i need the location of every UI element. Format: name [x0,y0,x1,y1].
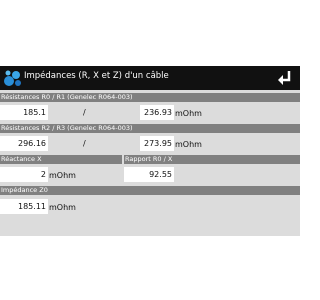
reactance-unit: mOhm [49,171,76,180]
molecule-icon [4,70,21,86]
r0-r1-unit: mOhm [175,109,202,118]
r2-r3-unit: mOhm [175,140,202,149]
reactance-input[interactable]: 2 [0,167,48,182]
r2-r3-separator: / [83,139,86,148]
return-arrow-icon[interactable] [275,68,293,88]
section-reactance-header: Réactance X [0,155,122,164]
r0-r1-separator: / [83,108,86,117]
section-ratio-header: Rapport R0 / X [124,155,300,164]
r0-input[interactable]: 185.1 [0,105,48,120]
ratio-output: 92.55 [124,167,174,182]
impedance-output: 185.11 [0,199,48,214]
section-r0-r1-header: Résistances R0 / R1 (Genelec R064-003) [0,93,300,102]
section-r2-r3-header: Résistances R2 / R3 (Genelec R064-003) [0,124,300,133]
title-bar: Impédances (R, X et Z) d'un câble [0,66,300,90]
r3-input[interactable]: 273.95 [140,136,174,151]
r1-input[interactable]: 236.93 [140,105,174,120]
impedance-unit: mOhm [49,203,76,212]
page-title: Impédances (R, X et Z) d'un câble [24,71,169,81]
r2-input[interactable]: 296.16 [0,136,48,151]
section-impedance-header: Impédance Z0 [0,186,300,195]
